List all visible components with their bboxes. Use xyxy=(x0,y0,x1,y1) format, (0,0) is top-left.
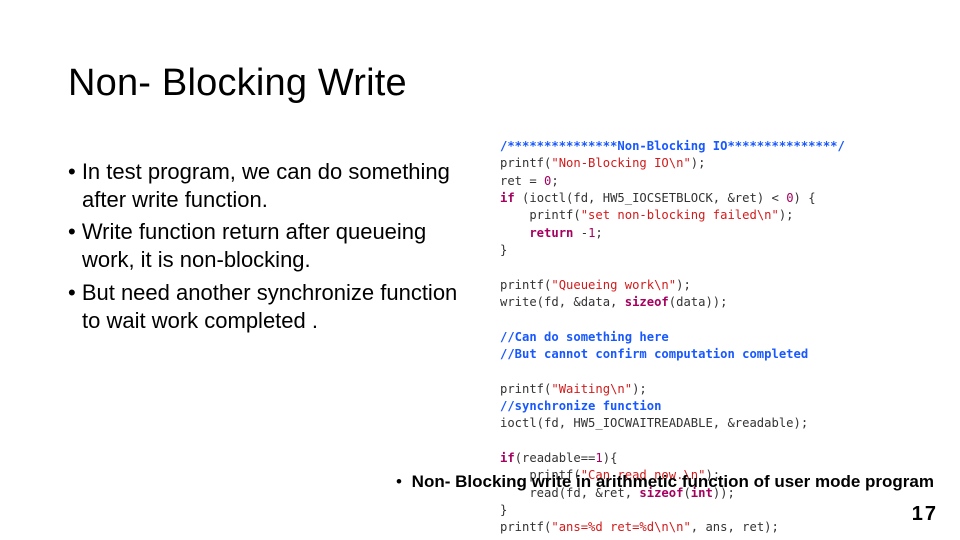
code-text: printf( xyxy=(500,156,551,170)
code-keyword: sizeof xyxy=(625,295,669,309)
code-text: ioctl(fd, HW5_IOCWAITREADABLE, &readable… xyxy=(500,416,808,430)
code-text: printf( xyxy=(500,208,581,222)
code-text: ){ xyxy=(603,451,618,465)
code-keyword: return xyxy=(500,226,573,240)
code-comment: /***************Non-Blocking IO*********… xyxy=(500,139,845,153)
bullet-item: • But need another synchronize function … xyxy=(68,279,468,335)
code-keyword: if xyxy=(500,191,515,205)
code-text: ret = xyxy=(500,174,544,188)
code-text: ); xyxy=(691,156,706,170)
slide-title: Non- Blocking Write xyxy=(68,62,407,105)
code-text: (ioctl(fd, HW5_IOCSETBLOCK, &ret) < xyxy=(515,191,787,205)
code-comment: //But cannot confirm computation complet… xyxy=(500,347,808,361)
bullet-dot: • xyxy=(391,472,407,492)
code-text: } xyxy=(500,243,507,257)
code-text: (data)); xyxy=(669,295,728,309)
code-text: - xyxy=(573,226,588,240)
code-text: (readable== xyxy=(515,451,596,465)
code-text: ); xyxy=(632,382,647,396)
code-number: 0 xyxy=(786,191,793,205)
code-text: , ans, ret); xyxy=(691,520,779,534)
code-keyword: if xyxy=(500,451,515,465)
code-text: ); xyxy=(779,208,794,222)
code-string: "ans=%d ret=%d\n\n" xyxy=(551,520,690,534)
slide: Non- Blocking Write • In test program, w… xyxy=(0,0,960,540)
code-text: ) { xyxy=(794,191,816,205)
code-text: printf( xyxy=(500,520,551,534)
page-number: 17 xyxy=(912,503,938,526)
code-comment: //Can do something here xyxy=(500,330,669,344)
bullet-item: • Write function return after queueing w… xyxy=(68,218,468,274)
bullet-item: • In test program, we can do something a… xyxy=(68,158,468,214)
code-string: "Waiting\n" xyxy=(551,382,632,396)
code-string: "Queueing work\n" xyxy=(551,278,676,292)
code-comment: //synchronize function xyxy=(500,399,661,413)
code-text: write(fd, &data, xyxy=(500,295,625,309)
code-text: printf( xyxy=(500,382,551,396)
caption: • Non- Blocking write in arithmetic func… xyxy=(391,472,934,492)
code-text: } xyxy=(500,503,507,517)
code-string: "set non-blocking failed\n" xyxy=(581,208,779,222)
code-text: ; xyxy=(595,226,602,240)
caption-text: Non- Blocking write in arithmetic functi… xyxy=(412,472,934,491)
code-text: ; xyxy=(551,174,558,188)
code-text: printf( xyxy=(500,278,551,292)
code-string: "Non-Blocking IO\n" xyxy=(551,156,690,170)
code-text: ); xyxy=(676,278,691,292)
bullet-list: • In test program, we can do something a… xyxy=(68,158,468,339)
code-number: 1 xyxy=(595,451,602,465)
